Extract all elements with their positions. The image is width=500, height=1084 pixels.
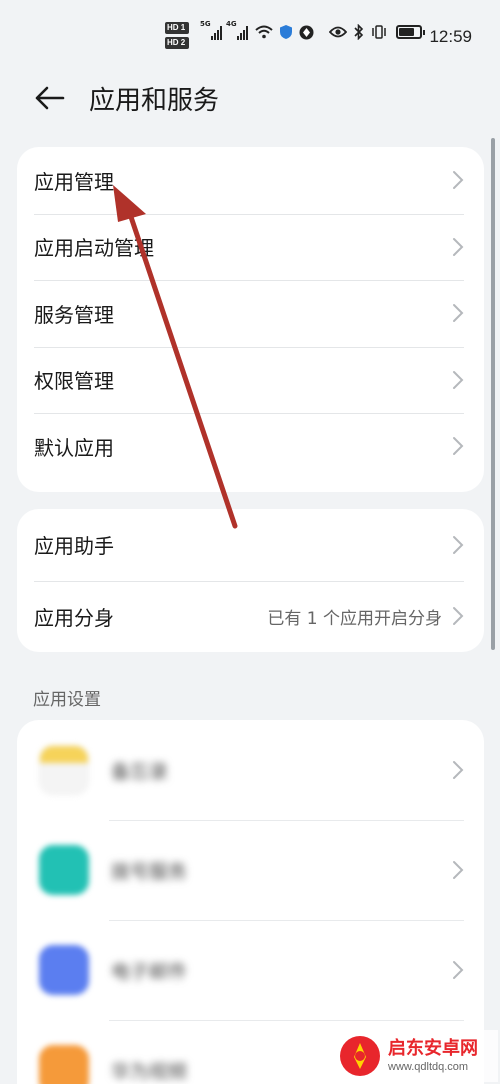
battery-icon	[396, 25, 425, 39]
menu-item-label: 应用启动管理	[34, 236, 154, 261]
eye-icon	[329, 26, 347, 38]
wifi-icon	[255, 25, 273, 39]
phone-app-icon	[39, 845, 89, 895]
page-title: 应用和服务	[89, 86, 220, 116]
scrollbar[interactable]	[491, 138, 495, 650]
chevron-right-icon	[453, 237, 464, 256]
menu-item-label: 应用分身	[34, 605, 114, 630]
menu-item-app-management[interactable]: 应用管理	[17, 147, 484, 214]
menu-item-app-assistant[interactable]: 应用助手	[17, 509, 484, 581]
bluetooth-icon	[354, 24, 364, 40]
app-item-notes[interactable]: 备忘录	[17, 720, 484, 820]
menu-item-permission-management[interactable]: 权限管理	[17, 346, 484, 414]
signal-icon: 5G	[200, 20, 222, 40]
app-item-phone[interactable]: 拨号服务	[17, 820, 484, 920]
chevron-right-icon	[453, 961, 464, 979]
menu-item-app-twin[interactable]: 应用分身 已有 1 个应用开启分身	[17, 580, 484, 653]
chevron-right-icon	[453, 370, 464, 389]
chevron-right-icon	[453, 304, 464, 323]
chevron-right-icon	[453, 761, 464, 779]
battery-fill	[399, 28, 415, 36]
chevron-right-icon	[453, 607, 464, 626]
menu-item-label: 默认应用	[34, 435, 114, 460]
chevron-right-icon	[453, 861, 464, 879]
watermark: 启东安卓网 www.qdltdq.com	[338, 1030, 498, 1082]
menu-item-value: 已有 1 个应用开启分身	[267, 608, 442, 629]
back-arrow-icon[interactable]	[33, 82, 65, 114]
settings-group-2: 应用助手 应用分身 已有 1 个应用开启分身	[17, 509, 484, 652]
net2-label: 4G	[226, 20, 237, 28]
menu-item-label: 权限管理	[34, 369, 114, 394]
email-app-icon	[39, 945, 89, 995]
menu-item-label: 应用助手	[34, 534, 114, 559]
hd-indicators: HD 1 HD 2	[165, 22, 189, 49]
status-bar: HD 1 HD 2 5G 4G 12:59	[0, 0, 500, 70]
status-icons: 5G 4G	[200, 20, 425, 40]
settings-group-1: 应用管理 应用启动管理 服务管理 权限管理 默认应用	[17, 147, 484, 492]
menu-item-service-management[interactable]: 服务管理	[17, 280, 484, 347]
vibrate-icon	[372, 25, 386, 39]
shield-icon	[280, 25, 292, 39]
menu-item-label: 服务管理	[34, 302, 114, 327]
menu-item-default-apps[interactable]: 默认应用	[17, 413, 484, 480]
watermark-name: 启东安卓网	[388, 1038, 478, 1059]
hd1-badge: HD 1	[165, 22, 189, 34]
chevron-right-icon	[453, 437, 464, 456]
net1-label: 5G	[200, 20, 211, 28]
signal-icon: 4G	[226, 20, 248, 40]
app-item-label: 备忘录	[111, 760, 169, 783]
app-item-label: 电子邮件	[111, 960, 188, 983]
watermark-logo-icon	[340, 1036, 380, 1076]
app-item-label: 拨号服务	[111, 860, 188, 883]
app-item-email[interactable]: 电子邮件	[17, 920, 484, 1020]
notes-app-icon	[39, 745, 89, 795]
section-title-app-settings: 应用设置	[33, 690, 101, 710]
status-time: 12:59	[429, 27, 472, 46]
chevron-right-icon	[453, 171, 464, 190]
hd2-badge: HD 2	[165, 37, 189, 49]
video-app-icon	[39, 1045, 89, 1084]
menu-item-label: 应用管理	[34, 169, 114, 194]
menu-item-startup-management[interactable]: 应用启动管理	[17, 213, 484, 281]
chevron-right-icon	[453, 535, 464, 554]
watermark-url: www.qdltdq.com	[388, 1061, 469, 1073]
vpn-icon	[299, 25, 314, 39]
